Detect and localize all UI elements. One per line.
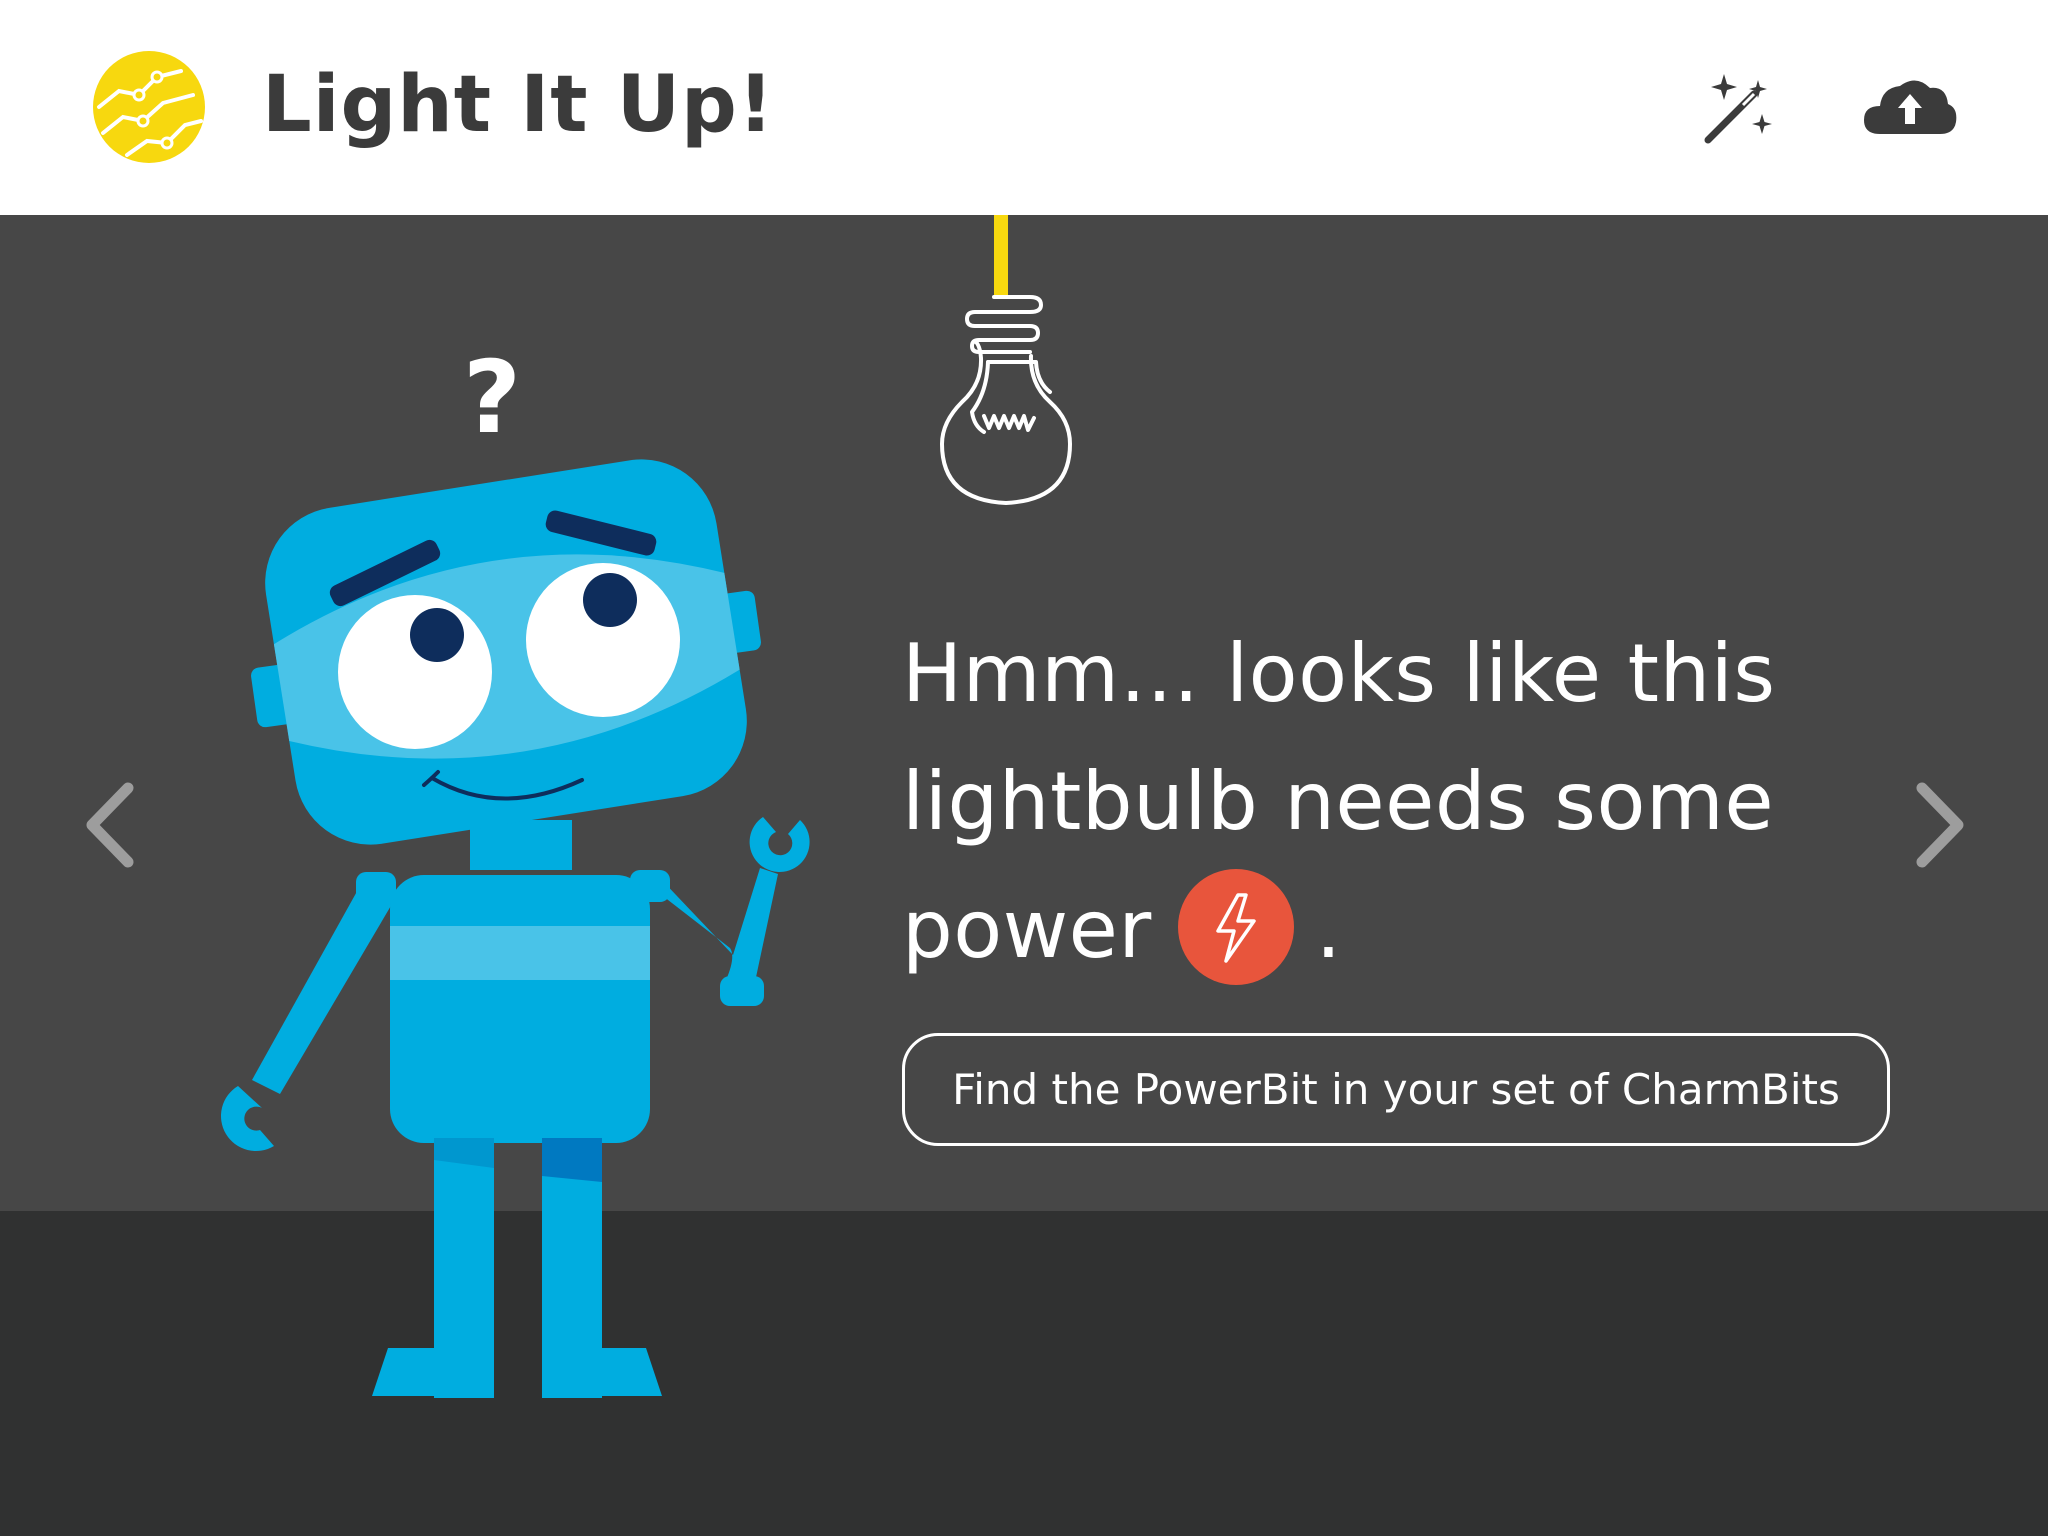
magic-wand-button[interactable] (1696, 70, 1780, 154)
instruction-message: Hmm… looks like this lightbulb needs some… (902, 610, 1952, 994)
cloud-upload-icon (1864, 80, 1957, 134)
app-header: Light It Up! (0, 0, 2048, 216)
power-badge (1177, 869, 1294, 986)
lightning-bolt-icon (1216, 893, 1256, 963)
cloud-upload-button[interactable] (1860, 70, 1960, 154)
floor (0, 1211, 2048, 1536)
previous-button[interactable] (78, 780, 148, 870)
find-powerbit-button[interactable]: Find the PowerBit in your set of CharmBi… (902, 1033, 1890, 1146)
app-title: Light It Up! (262, 60, 775, 150)
circuit-logo-icon (93, 51, 205, 163)
magic-wand-icon (1704, 74, 1772, 144)
chevron-left-icon (86, 782, 134, 868)
message-line-2: lightbulb needs some (902, 755, 1775, 848)
message-period: . (1315, 883, 1342, 976)
message-line-1: Hmm… looks like this (902, 627, 1776, 720)
message-line-3: power (902, 883, 1152, 976)
